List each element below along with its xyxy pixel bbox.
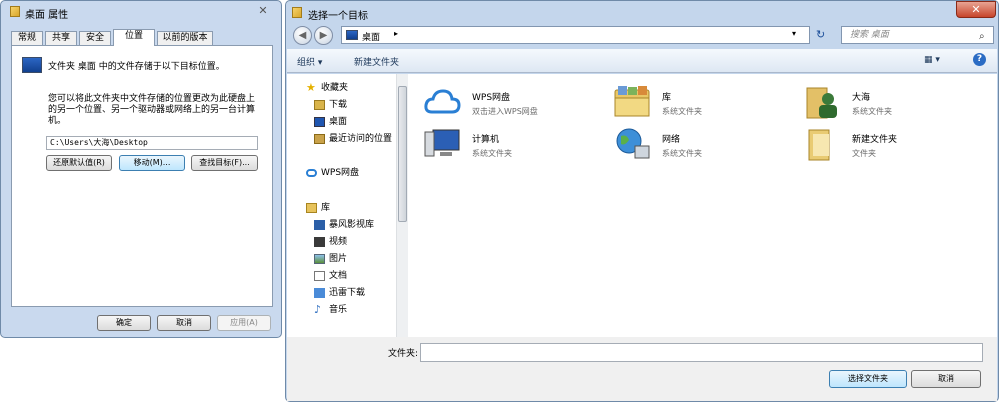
close-icon[interactable]: ✕ <box>252 4 274 18</box>
desktop-icon <box>22 57 42 73</box>
library-icon <box>614 86 650 117</box>
item-name: 库 <box>662 93 672 103</box>
view-options-icon[interactable]: ▦ ▾ <box>924 55 940 65</box>
location-panel: 文件夹 桌面 中的文件存储于以下目标位置。 您可以将此文件夹中文件存储的位置更改… <box>11 45 273 307</box>
item-name: 计算机 <box>472 135 500 145</box>
help-icon[interactable]: ? <box>973 53 986 66</box>
downloads-icon <box>314 100 325 110</box>
refresh-icon[interactable]: ↻ <box>816 28 825 41</box>
restore-default-button[interactable]: 还原默认值(R) <box>46 155 112 171</box>
item-type: 系统文件夹 <box>662 107 702 116</box>
nav-scrollbar[interactable] <box>396 74 408 337</box>
breadcrumb-arrow-icon[interactable]: ▸ <box>394 29 398 38</box>
nav-label: 下载 <box>329 100 348 110</box>
tab-location[interactable]: 位置 <box>113 29 155 46</box>
item-type: 系统文件夹 <box>852 107 892 116</box>
apply-button[interactable]: 应用(A) <box>217 315 271 331</box>
properties-title: 桌面 属性 <box>25 10 69 21</box>
thunder-icon <box>314 288 325 298</box>
item-network[interactable]: 网络 系统文件夹 <box>613 124 793 168</box>
item-computer[interactable]: 计算机 系统文件夹 <box>423 124 603 168</box>
forward-icon[interactable]: ▶ <box>314 26 333 45</box>
computer-icon <box>424 129 460 157</box>
nav-label: 音乐 <box>329 305 348 315</box>
close-button[interactable]: ✕ <box>956 1 996 18</box>
item-name: 大海 <box>852 93 871 103</box>
nav-label: 文档 <box>329 271 348 281</box>
desktop-icon <box>314 117 325 127</box>
cloud-icon <box>306 169 317 177</box>
nav-label: 收藏夹 <box>321 83 349 93</box>
search-icon[interactable]: ⌕ <box>979 29 985 45</box>
nav-label: 最近访问的位置 <box>329 134 393 144</box>
select-folder-button[interactable]: 选择文件夹 <box>829 370 907 388</box>
nav-label: 视频 <box>329 237 348 247</box>
item-new-folder[interactable]: 新建文件夹 文件夹 <box>803 124 983 168</box>
nav-label: WPS网盘 <box>321 168 360 178</box>
folder-content: WPS网盘 双击进入WPS网盘 库 系统文件夹 大海 系统文件夹 计算机 系统文… <box>408 74 997 337</box>
item-type: 系统文件夹 <box>472 149 512 158</box>
cloud-icon <box>424 89 461 114</box>
ok-button[interactable]: 确定 <box>97 315 151 331</box>
move-button[interactable]: 移动(M)... <box>119 155 185 171</box>
properties-tabs: 常规 共享 安全 位置 以前的版本 <box>11 29 273 46</box>
location-help-text: 您可以将此文件夹中文件存储的位置更改为此硬盘上的另一个位置、另一个驱动器或网络上… <box>48 94 256 126</box>
navigation-pane: ★ 收藏夹 下载 桌面 最近访问的位置 WPS网盘 库 暴风影视库 视频 图片 … <box>287 74 408 337</box>
cancel-button[interactable]: 取消 <box>911 370 981 388</box>
search-input[interactable]: 搜索 桌面 ⌕ <box>841 26 994 44</box>
nav-label: 暴风影视库 <box>329 220 375 230</box>
organize-menu[interactable]: 组织 ▾ <box>297 55 322 68</box>
chevron-down-icon[interactable]: ▾ <box>792 29 796 38</box>
target-path-field[interactable]: C:\Users\大海\Desktop <box>46 136 258 150</box>
item-name: WPS网盘 <box>472 93 511 103</box>
video-icon <box>314 237 325 247</box>
breadcrumb-desktop[interactable]: 桌面 <box>362 30 380 43</box>
properties-titlebar[interactable]: 桌面 属性 ✕ <box>1 1 281 23</box>
recent-places-icon <box>314 134 325 144</box>
tab-sharing[interactable]: 共享 <box>45 31 77 45</box>
find-target-button[interactable]: 查找目标(F)... <box>191 155 258 171</box>
tab-security[interactable]: 安全 <box>79 31 111 45</box>
documents-icon <box>314 271 325 281</box>
pictures-icon <box>314 254 325 264</box>
command-bar: 组织 ▾ 新建文件夹 ▦ ▾ ? <box>287 49 997 73</box>
desktop-icon <box>346 30 358 40</box>
star-icon: ★ <box>306 81 316 94</box>
folder-name-input[interactable] <box>420 343 983 362</box>
folder-name-label: 文件夹: <box>388 349 419 359</box>
nav-label: 迅雷下载 <box>329 288 366 298</box>
item-name: 新建文件夹 <box>852 135 898 145</box>
picker-title: 选择一个目标 <box>308 11 368 22</box>
music-icon: ♪ <box>314 303 322 316</box>
nav-label: 库 <box>321 203 331 213</box>
item-type: 系统文件夹 <box>662 149 702 158</box>
user-folder-icon <box>806 87 837 119</box>
tab-general[interactable]: 常规 <box>11 31 43 45</box>
video-library-icon <box>314 220 325 230</box>
item-libraries[interactable]: 库 系统文件夹 <box>613 82 793 126</box>
search-placeholder: 搜索 桌面 <box>850 30 889 40</box>
item-type: 双击进入WPS网盘 <box>472 107 538 116</box>
network-icon <box>616 128 650 159</box>
desktop-properties-dialog: 桌面 属性 ✕ 常规 共享 安全 位置 以前的版本 文件夹 桌面 中的文件存储于… <box>0 0 282 338</box>
nav-label: 桌面 <box>329 117 348 127</box>
item-user-folder[interactable]: 大海 系统文件夹 <box>803 82 983 126</box>
item-type: 文件夹 <box>852 149 876 158</box>
nav-label: 图片 <box>329 254 348 264</box>
address-bar[interactable]: 桌面 ▸ ▾ <box>341 26 810 44</box>
cancel-button[interactable]: 取消 <box>157 315 211 331</box>
location-description: 文件夹 桌面 中的文件存储于以下目标位置。 <box>48 62 225 72</box>
new-folder-button[interactable]: 新建文件夹 <box>354 55 399 68</box>
library-icon <box>306 203 317 213</box>
dialog-footer: 文件夹: 选择文件夹 取消 <box>287 337 997 401</box>
folder-icon <box>292 7 302 18</box>
back-icon[interactable]: ◀ <box>293 26 312 45</box>
select-target-dialog: 选择一个目标 ✕ ◀ ▶ 桌面 ▸ ▾ ↻ 搜索 桌面 ⌕ 组织 ▾ 新建文件夹… <box>285 0 999 402</box>
scrollbar-thumb[interactable] <box>398 86 407 222</box>
item-wps-cloud[interactable]: WPS网盘 双击进入WPS网盘 <box>423 82 603 126</box>
item-name: 网络 <box>662 135 681 145</box>
folder-icon <box>808 129 830 161</box>
tab-previous-versions[interactable]: 以前的版本 <box>157 31 213 45</box>
folder-icon <box>10 6 20 17</box>
